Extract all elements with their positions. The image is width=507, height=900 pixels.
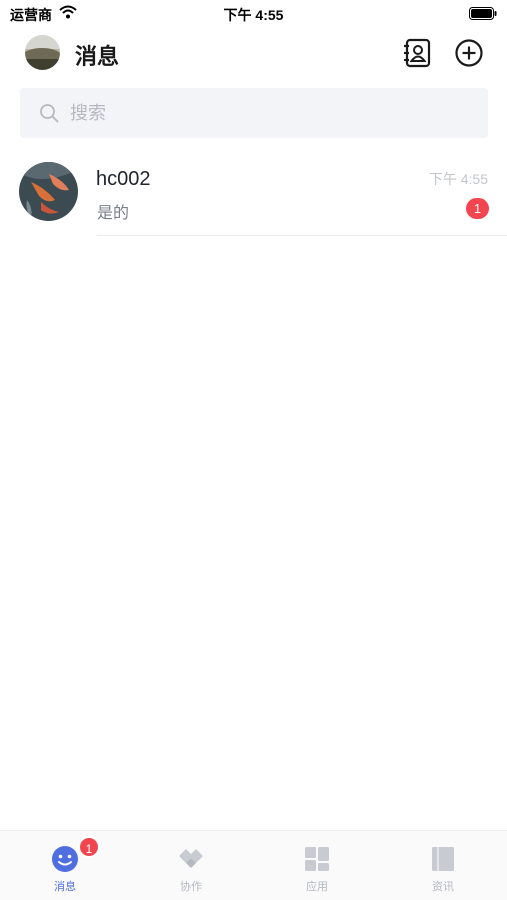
divider	[97, 235, 507, 236]
tab-label: 协作	[180, 881, 202, 893]
tab-badge: 1	[78, 836, 100, 858]
page-title: 消息	[75, 44, 120, 69]
search-icon	[40, 104, 59, 123]
tab-messages[interactable]: 1 消息	[2, 831, 128, 900]
tab-collaboration[interactable]: 协作	[128, 831, 254, 900]
tab-label: 消息	[54, 881, 76, 893]
smile-chat-icon	[52, 846, 78, 872]
status-bar: 运营商 下午 4:55	[0, 0, 507, 28]
conversation-time: 下午 4:55	[428, 171, 488, 187]
tab-label: 资讯	[432, 881, 454, 893]
tab-label: 应用	[306, 881, 328, 893]
contacts-book-icon[interactable]	[403, 38, 431, 68]
user-avatar[interactable]	[25, 35, 60, 70]
status-time: 下午 4:55	[223, 7, 284, 23]
collaboration-icon	[179, 849, 203, 868]
conversation-avatar	[19, 162, 78, 221]
unread-badge: 1	[466, 198, 489, 219]
conversation-preview: 是的	[97, 205, 130, 222]
apps-grid-icon	[305, 847, 329, 871]
search-input[interactable]	[70, 88, 470, 138]
battery-icon	[469, 7, 497, 20]
tab-bar: 1 消息 协作 应用 资讯	[0, 830, 507, 900]
news-book-icon	[432, 847, 454, 871]
plus-circle-icon[interactable]	[455, 39, 483, 67]
conversation-item[interactable]: hc002 下午 4:55 是的 1	[0, 160, 507, 236]
tab-news[interactable]: 资讯	[380, 831, 506, 900]
search-bar[interactable]	[20, 88, 488, 138]
header: 消息	[0, 30, 507, 78]
conversation-name: hc002	[96, 168, 151, 190]
tab-apps[interactable]: 应用	[254, 831, 380, 900]
